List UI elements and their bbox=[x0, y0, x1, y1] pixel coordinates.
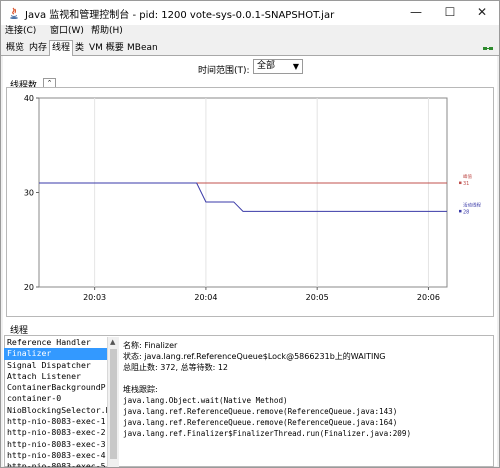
x-tick-label: 20:06 bbox=[417, 293, 440, 302]
time-range-select[interactable]: 全部 ▼ bbox=[253, 59, 303, 74]
time-range-value: 全部 bbox=[257, 61, 276, 71]
tab-bar: 概览 内存 线程 类 VM 概要 MBean bbox=[1, 40, 499, 57]
tab-vm-summary[interactable]: VM 概要 bbox=[87, 42, 126, 56]
y-tick-label: 40 bbox=[24, 94, 34, 103]
legend-label: 峰值 bbox=[463, 173, 472, 180]
scroll-up-icon[interactable]: ▲ bbox=[110, 338, 115, 346]
menu-bar: 连接(C) 窗口(W) 帮助(H) bbox=[1, 25, 499, 39]
menu-help[interactable]: 帮助(H) bbox=[91, 25, 123, 38]
tab-overview[interactable]: 概览 bbox=[4, 42, 26, 56]
thread-list-item[interactable]: Signal Dispatcher bbox=[4, 360, 107, 371]
x-tick-label: 20:05 bbox=[306, 293, 329, 302]
connection-status-icon bbox=[483, 47, 493, 50]
thread-count-chart: 40 30 20 20:03 20:04 20:05 20:06 峰值31 活动线程28 bbox=[24, 94, 482, 302]
minimize-button[interactable]: — bbox=[399, 1, 433, 25]
tab-threads[interactable]: 线程 bbox=[49, 40, 74, 57]
thread-list[interactable]: Reference Handler Finalizer Signal Dispa… bbox=[4, 337, 107, 467]
x-tick-label: 20:04 bbox=[194, 293, 217, 302]
tab-memory[interactable]: 内存 bbox=[27, 42, 49, 56]
legend-label: 活动线程 bbox=[463, 201, 481, 208]
thread-list-item[interactable]: http-nio-8083-exec-4 bbox=[4, 450, 107, 461]
thread-name-line: 名称: Finalizer bbox=[123, 341, 178, 350]
thread-list-item[interactable]: container-0 bbox=[4, 393, 107, 404]
y-tick-label: 30 bbox=[24, 189, 34, 198]
thread-list-item[interactable]: http-nio-8083-exec-5 bbox=[4, 461, 107, 467]
thread-list-item[interactable]: Reference Handler bbox=[4, 337, 107, 348]
y-tick-label: 20 bbox=[24, 283, 34, 292]
tab-classes[interactable]: 类 bbox=[73, 42, 86, 56]
thread-counts-line: 总阻止数: 372, 总等待数: 12 bbox=[123, 363, 229, 372]
tab-mbean[interactable]: MBean bbox=[125, 42, 160, 56]
thread-list-item-selected[interactable]: Finalizer bbox=[4, 348, 107, 360]
scrollbar-thumb[interactable] bbox=[110, 349, 117, 459]
close-button[interactable]: ✕ bbox=[465, 1, 499, 25]
chevron-down-icon: ▼ bbox=[292, 62, 299, 71]
series-current-value: 28 bbox=[463, 209, 469, 215]
menu-connection[interactable]: 连接(C) bbox=[5, 25, 36, 38]
stack-frame: java.lang.ref.ReferenceQueue.remove(Refe… bbox=[123, 418, 398, 427]
thread-list-item[interactable]: http-nio-8083-exec-1 bbox=[4, 416, 107, 427]
thread-list-item[interactable]: ContainerBackgroundPro bbox=[4, 382, 107, 393]
stack-frame: java.lang.ref.ReferenceQueue.remove(Refe… bbox=[123, 407, 398, 416]
thread-list-scrollbar[interactable]: ▲ bbox=[107, 337, 119, 467]
menu-window[interactable]: 窗口(W) bbox=[50, 25, 84, 38]
stack-frame: java.lang.Object.wait(Native Method) bbox=[123, 396, 288, 405]
stack-frame: java.lang.ref.Finalizer$FinalizerThread.… bbox=[123, 429, 412, 438]
series-current-value: 31 bbox=[463, 181, 469, 187]
maximize-button[interactable]: ☐ bbox=[433, 1, 467, 25]
java-app-icon bbox=[10, 7, 18, 19]
thread-list-item[interactable]: http-nio-8083-exec-3 bbox=[4, 439, 107, 450]
thread-state-line: 状态: java.lang.ref.ReferenceQueue$Lock@58… bbox=[123, 352, 386, 361]
thread-list-item[interactable]: http-nio-8083-exec-2 bbox=[4, 427, 107, 438]
thread-list-item[interactable]: Attach Listener bbox=[4, 371, 107, 382]
plot-area bbox=[38, 97, 448, 288]
time-range-label: 时间范围(T): bbox=[198, 66, 250, 76]
main-window: Java 监视和管理控制台 - pid: 1200 vote-sys-0.0.1… bbox=[0, 0, 500, 468]
series-marker bbox=[459, 209, 462, 213]
x-tick-label: 20:03 bbox=[83, 293, 106, 302]
thread-count-chart-frame: 40 30 20 20:03 20:04 20:05 20:06 峰值 31 活动线程 28 bbox=[6, 87, 494, 317]
title-bar[interactable]: Java 监视和管理控制台 - pid: 1200 vote-sys-0.0.1… bbox=[1, 1, 499, 25]
thread-list-item[interactable]: NioBlockingSelector.Bl bbox=[4, 405, 107, 416]
window-title: Java 监视和管理控制台 - pid: 1200 vote-sys-0.0.1… bbox=[25, 10, 335, 21]
stack-trace-title: 堆栈跟踪: bbox=[123, 385, 158, 394]
series-marker bbox=[459, 181, 462, 185]
